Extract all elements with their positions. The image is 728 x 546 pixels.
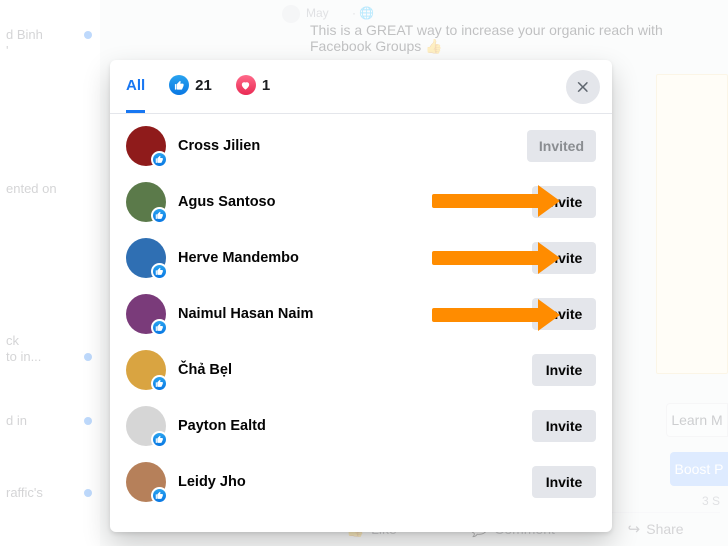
reaction-tabs: All 21 1 — [126, 60, 270, 113]
invite-button[interactable]: Invite — [532, 186, 596, 218]
reaction-like-icon — [151, 487, 168, 504]
avatar[interactable] — [126, 294, 166, 334]
close-button[interactable] — [566, 70, 600, 104]
avatar[interactable] — [126, 182, 166, 222]
person-row: Agus Santoso Invite — [110, 174, 612, 230]
reaction-like-icon — [151, 263, 168, 280]
invite-button[interactable]: Invite — [532, 242, 596, 274]
reaction-like-icon — [151, 375, 168, 392]
modal-header: All 21 1 — [110, 60, 612, 114]
person-name[interactable]: Naimul Hasan Naim — [178, 306, 520, 322]
person-row: Čhả Bẹl Invite — [110, 342, 612, 398]
avatar[interactable] — [126, 462, 166, 502]
reactions-modal: All 21 1 Cross Jilien Invited Agus Santoso… — [110, 60, 612, 532]
tab-like[interactable]: 21 — [169, 60, 212, 113]
person-name[interactable]: Čhả Bẹl — [178, 362, 520, 378]
person-name[interactable]: Cross Jilien — [178, 138, 515, 154]
avatar[interactable] — [126, 350, 166, 390]
avatar[interactable] — [126, 238, 166, 278]
avatar[interactable] — [126, 406, 166, 446]
invite-button[interactable]: Invite — [532, 354, 596, 386]
invite-button[interactable]: Invite — [532, 410, 596, 442]
invite-button[interactable]: Invite — [532, 466, 596, 498]
avatar[interactable] — [126, 126, 166, 166]
person-name[interactable]: Payton Ealtd — [178, 418, 520, 434]
person-row: Leidy Jho Invite — [110, 454, 612, 510]
invited-button: Invited — [527, 130, 596, 162]
invite-button[interactable]: Invite — [532, 298, 596, 330]
person-row: Naimul Hasan Naim Invite — [110, 286, 612, 342]
reactions-list[interactable]: Cross JilienInvitedAgus SantosoInviteHer… — [110, 114, 612, 532]
tab-all-label: All — [126, 77, 145, 94]
tab-like-count: 21 — [195, 77, 212, 94]
person-row: Herve Mandembo Invite — [110, 230, 612, 286]
person-name[interactable]: Leidy Jho — [178, 474, 520, 490]
person-row: Payton Ealtd Invite — [110, 398, 612, 454]
tab-love[interactable]: 1 — [236, 60, 270, 113]
person-row: Cross Jilien Invited — [110, 118, 612, 174]
tab-love-count: 1 — [262, 77, 270, 94]
love-icon — [236, 75, 256, 95]
reaction-like-icon — [151, 431, 168, 448]
tab-all[interactable]: All — [126, 60, 145, 113]
person-name[interactable]: Agus Santoso — [178, 194, 520, 210]
reaction-like-icon — [151, 319, 168, 336]
person-name[interactable]: Herve Mandembo — [178, 250, 520, 266]
close-icon — [575, 79, 591, 95]
reaction-like-icon — [151, 151, 168, 168]
reaction-like-icon — [151, 207, 168, 224]
like-icon — [169, 75, 189, 95]
